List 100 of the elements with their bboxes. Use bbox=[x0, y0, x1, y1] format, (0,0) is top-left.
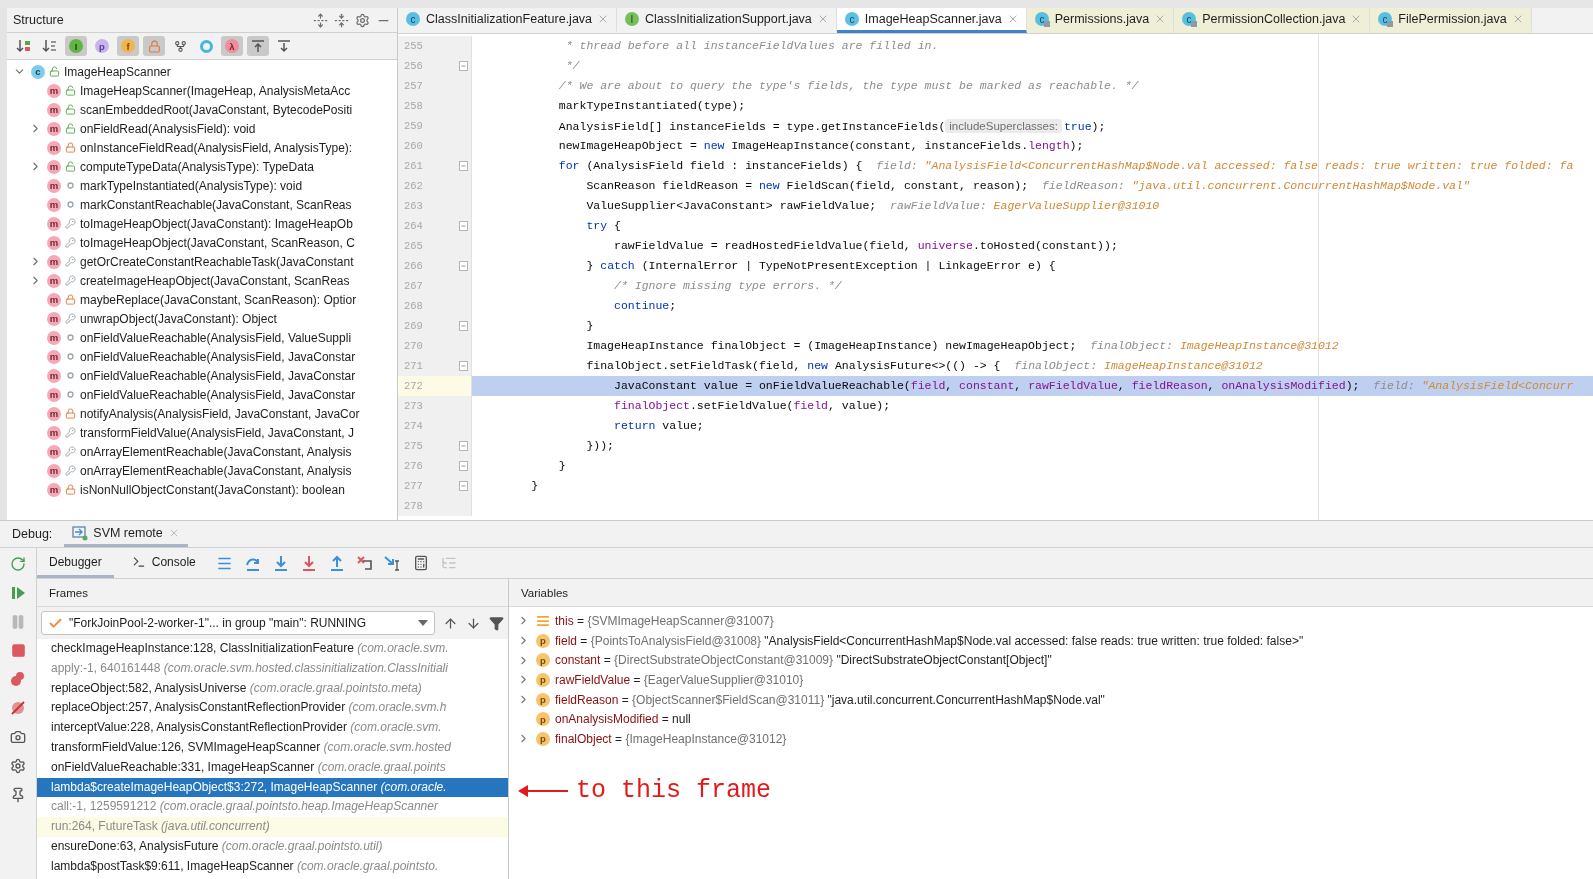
variable-entry[interactable]: this = {SVMImageHeapScanner@31007} bbox=[555, 613, 774, 628]
debugger-tab[interactable]: Console bbox=[119, 548, 208, 578]
class-icon: c bbox=[405, 11, 421, 27]
method-icon: m bbox=[47, 444, 61, 459]
breakpoints-icon[interactable] bbox=[10, 671, 26, 687]
parameter-icon: p bbox=[536, 692, 550, 707]
tree-item[interactable]: unwrapObject(JavaConstant): Object bbox=[80, 311, 277, 326]
fold-icon[interactable] bbox=[459, 61, 468, 71]
tree-item[interactable]: createImageHeapObject(JavaConstant, ScanReas bbox=[80, 273, 350, 288]
mute-breakpoints-icon[interactable] bbox=[10, 700, 26, 716]
line-number: 273 bbox=[404, 400, 423, 412]
fold-icon[interactable] bbox=[459, 441, 468, 451]
tree-item[interactable]: onArrayElementReachable(JavaConstant, Analysis bbox=[80, 444, 352, 459]
method-icon: m bbox=[47, 178, 61, 193]
line-number: 272 bbox=[404, 380, 423, 392]
tree-item[interactable]: onFieldRead(AnalysisField): void bbox=[80, 121, 256, 136]
fold-icon[interactable] bbox=[459, 461, 468, 471]
fold-icon[interactable] bbox=[459, 361, 468, 371]
tree-item[interactable]: maybeReplace(JavaConstant, ScanReason): Optior bbox=[80, 292, 357, 307]
variable-entry[interactable]: field = {PointsToAnalysisField@31008} "AnalysisField<ConcurrentHashMap$Node.val accessed: false reads: true written: true folded: false>" bbox=[555, 633, 1304, 648]
settings-icon[interactable] bbox=[10, 758, 26, 774]
key-icon bbox=[65, 427, 76, 438]
tree-item[interactable]: onFieldValueReachable(AnalysisField, JavaConstar bbox=[80, 387, 356, 402]
step-over-icon[interactable] bbox=[243, 555, 262, 571]
editor-tab[interactable]: c ImageHeapScanner.java bbox=[836, 8, 1027, 33]
unlocked-icon bbox=[65, 123, 76, 134]
editor-tab[interactable]: c FilePermission.java bbox=[1370, 8, 1532, 33]
variable-entry[interactable]: rawFieldValue = {EagerValueSupplier@31010} bbox=[555, 672, 804, 687]
lock-icon bbox=[65, 294, 76, 305]
tree-item[interactable]: onInstanceFieldRead(AnalysisField, AnalysisType): bbox=[80, 140, 353, 155]
run-to-cursor-icon[interactable] bbox=[383, 555, 402, 571]
tree-item[interactable]: toImageHeapObject(JavaConstant): ImageHeapOb bbox=[80, 216, 353, 231]
tree-item[interactable]: ImageHeapScanner(ImageHeap, AnalysisMetaAcc bbox=[80, 83, 351, 98]
tree-item[interactable]: computeTypeData(AnalysisType): TypeData bbox=[80, 159, 314, 174]
camera-icon[interactable] bbox=[10, 729, 26, 745]
tree-item[interactable]: ImageHeapScanner bbox=[64, 64, 171, 79]
fold-icon[interactable] bbox=[459, 261, 468, 271]
line-number: 259 bbox=[404, 120, 423, 132]
lock-icon bbox=[65, 484, 76, 495]
tree-item[interactable]: getOrCreateConstantReachableTask(JavaConstant bbox=[80, 254, 354, 269]
editor-tab[interactable]: c PermissionCollection.java bbox=[1174, 8, 1371, 33]
session-tab[interactable]: SVM remote bbox=[64, 521, 188, 547]
line-number: 256 bbox=[404, 60, 423, 72]
tree-item[interactable]: markConstantReachable(JavaConstant, ScanReas bbox=[80, 197, 352, 212]
collapse-all-icon[interactable] bbox=[334, 12, 349, 28]
arrow-down-icon[interactable] bbox=[466, 615, 481, 631]
code-line: } bbox=[530, 478, 540, 494]
settings-icon[interactable] bbox=[355, 12, 370, 28]
method-icon: m bbox=[47, 216, 61, 231]
expand-all-icon[interactable] bbox=[313, 12, 328, 28]
tree-item[interactable]: onFieldValueReachable(AnalysisField, ValueSuppli bbox=[80, 330, 352, 345]
tree-item[interactable]: scanEmbeddedRoot(JavaConstant, BytecodePositi bbox=[80, 102, 353, 117]
variable-entry[interactable]: onAnalysisModified = null bbox=[555, 712, 691, 727]
key-icon bbox=[65, 446, 76, 457]
calculator-icon[interactable] bbox=[412, 555, 429, 571]
tree-item[interactable]: markTypeInstantiated(AnalysisType): void bbox=[80, 178, 303, 193]
tree-item[interactable]: onFieldValueReachable(AnalysisField, JavaConstar bbox=[80, 368, 356, 383]
variable-entry[interactable]: finalObject = {ImageHeapInstance@31012} bbox=[555, 731, 787, 746]
lock-icon bbox=[65, 408, 76, 419]
variable-entry[interactable]: constant = {DirectSubstrateObjectConstant@31009} "DirectSubstrateObjectConstant[Object]" bbox=[555, 653, 1052, 668]
fold-icon[interactable] bbox=[459, 161, 468, 171]
key-icon bbox=[65, 237, 76, 248]
stack-frame[interactable]: lambda$createImageHeapObject$3:272, ImageHeapScanner (com.oracle. bbox=[37, 777, 508, 798]
method-icon: m bbox=[47, 368, 61, 383]
tree-item[interactable]: onFieldValueReachable(AnalysisField, JavaConstar bbox=[80, 349, 356, 364]
unlocked-icon bbox=[65, 85, 76, 96]
pin-icon[interactable] bbox=[10, 787, 26, 803]
filter-icon[interactable] bbox=[489, 615, 504, 631]
tree-item[interactable]: isNonNullObjectConstant(JavaConstant): boolean bbox=[80, 482, 345, 497]
tree-item[interactable]: toImageHeapObject(JavaConstant, ScanReason, C bbox=[80, 235, 355, 250]
resume-icon[interactable] bbox=[10, 585, 26, 601]
line-number: 277 bbox=[404, 480, 423, 492]
drop-frame-icon[interactable] bbox=[355, 555, 374, 571]
line-number: 276 bbox=[404, 460, 423, 472]
fold-icon[interactable] bbox=[459, 221, 468, 231]
line-number: 257 bbox=[404, 80, 423, 92]
method-icon: m bbox=[47, 330, 61, 345]
line-number: 278 bbox=[404, 500, 423, 512]
method-icon: m bbox=[47, 254, 61, 269]
rerun-icon[interactable] bbox=[10, 556, 26, 572]
key-icon bbox=[65, 275, 76, 286]
class-icon: c bbox=[1377, 11, 1394, 27]
method-icon: m bbox=[47, 273, 61, 288]
tree-item[interactable]: onArrayElementReachable(JavaConstant, Analysis bbox=[80, 463, 352, 478]
debugger-tab[interactable]: Debugger bbox=[37, 548, 114, 578]
line-number: 261 bbox=[404, 160, 423, 172]
tree-item[interactable]: transformFieldValue(AnalysisField, JavaConstant, J bbox=[80, 425, 354, 440]
stop-icon[interactable] bbox=[10, 643, 26, 658]
tree-item[interactable]: notifyAnalysis(AnalysisField, JavaConstant, JavaCor bbox=[80, 406, 360, 421]
fold-icon[interactable] bbox=[459, 321, 468, 331]
line-number: 270 bbox=[404, 340, 423, 352]
dot-icon bbox=[65, 389, 76, 400]
fold-icon[interactable] bbox=[459, 481, 468, 491]
variable-entry[interactable]: fieldReason = {ObjectScanner$FieldScan@31011} "java.util.concurrent.ConcurrentHashMap$Node.val" bbox=[555, 692, 1105, 707]
editor-tab[interactable]: c Permissions.java bbox=[1026, 8, 1175, 33]
thread-dropdown[interactable]: "ForkJoinPool-2-worker-1"... in group "main": RUNNING bbox=[41, 611, 435, 635]
code-line: try { bbox=[585, 218, 622, 234]
line-number: 262 bbox=[404, 180, 423, 192]
parameter-icon: p bbox=[536, 712, 550, 727]
unlocked-icon bbox=[65, 104, 76, 115]
